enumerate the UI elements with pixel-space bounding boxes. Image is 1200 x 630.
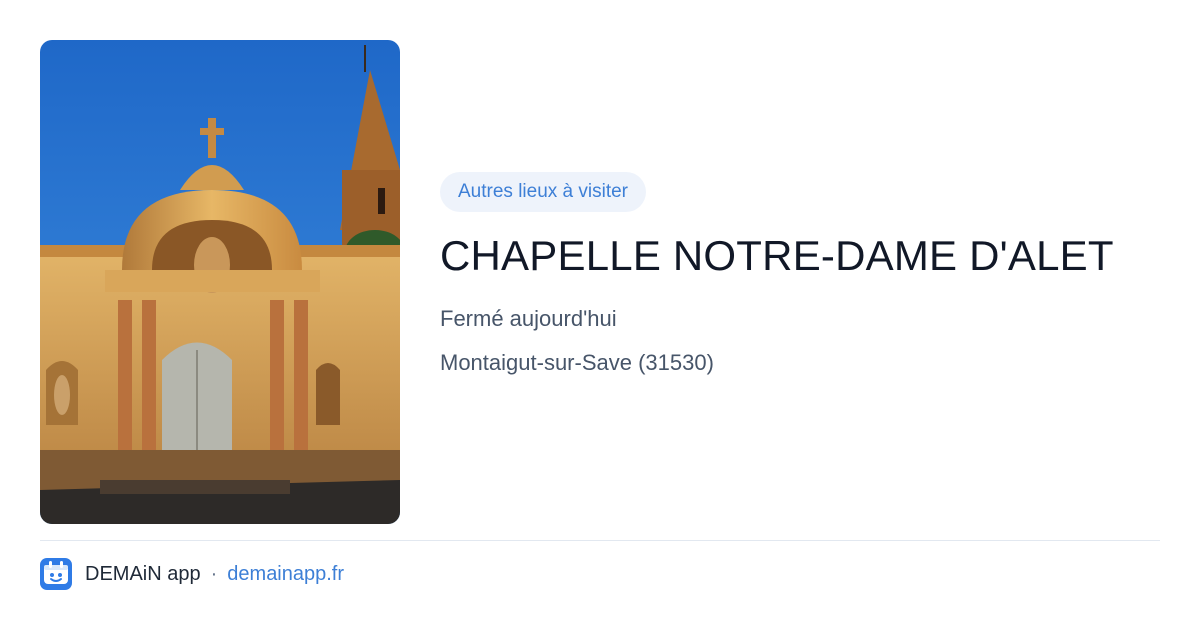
footer-separator: · (210, 562, 218, 585)
place-title: CHAPELLE NOTRE-DAME D'ALET (440, 232, 1114, 279)
app-logo-icon (40, 558, 72, 590)
place-photo[interactable] (40, 40, 400, 524)
opening-status: Fermé aujourd'hui (440, 306, 617, 331)
category-badge[interactable]: Autres lieux à visiter (440, 172, 647, 212)
place-location: Montaigut-sur-Save (31530) (440, 350, 714, 375)
app-name: DEMAiN app (85, 562, 201, 585)
place-info: Autres lieux à visiter CHAPELLE NOTRE-DA… (440, 172, 1160, 378)
footer-divider (40, 540, 1160, 541)
app-website-link[interactable]: demainapp.fr (227, 563, 344, 586)
footer: DEMAiN app · demainapp.fr (40, 558, 344, 590)
